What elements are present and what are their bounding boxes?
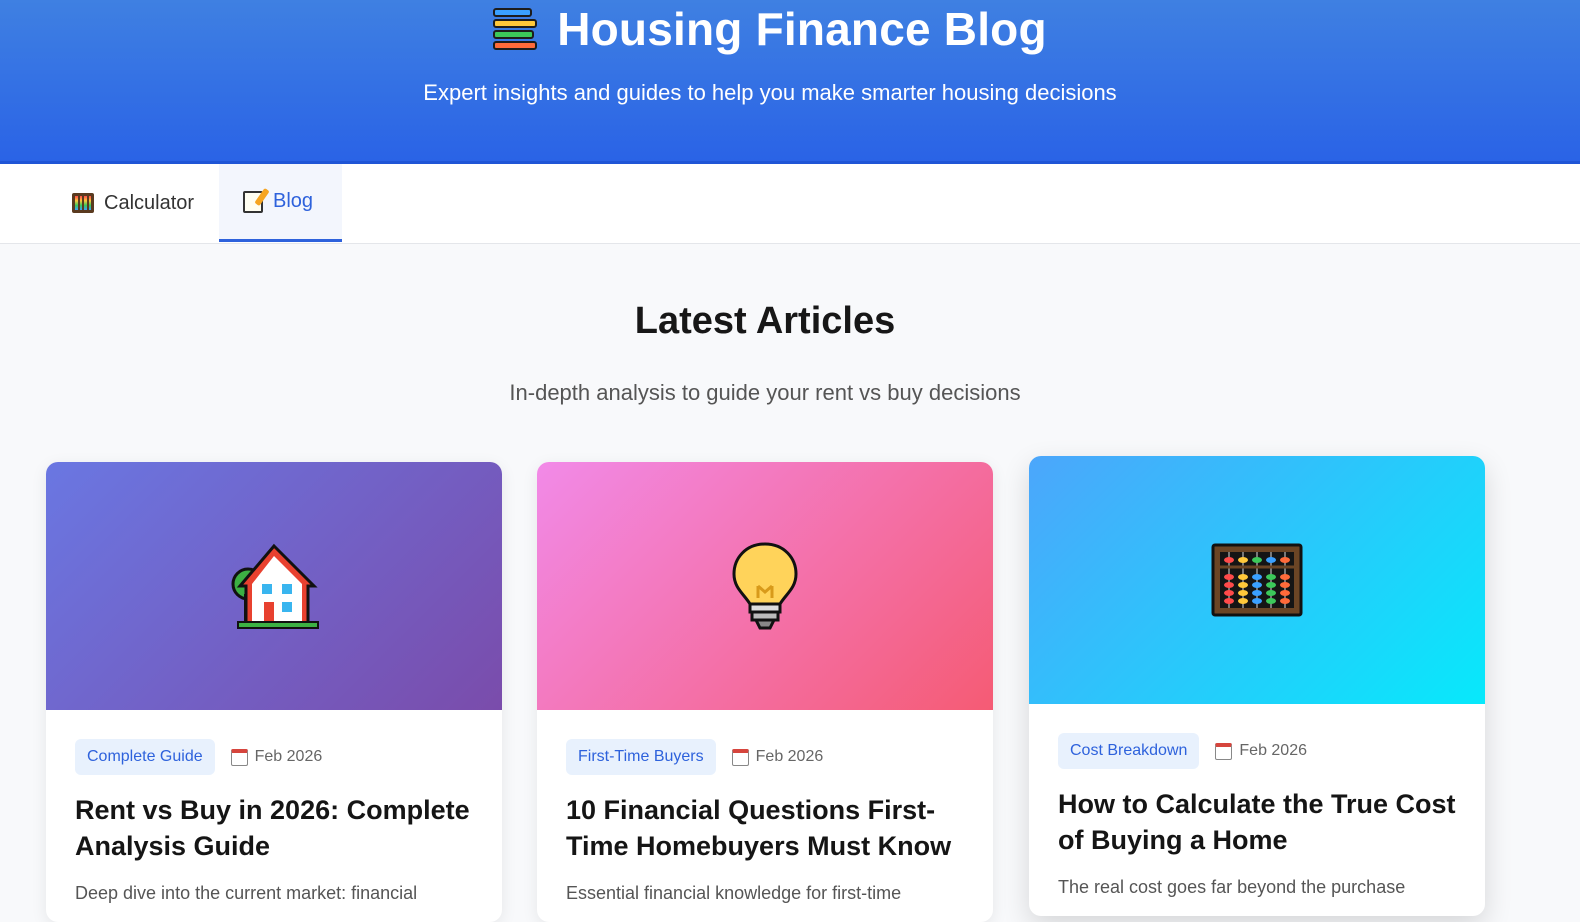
article-card-image [46, 462, 502, 710]
site-subtitle: Expert insights and guides to help you m… [423, 80, 1117, 105]
tab-blog[interactable]: Blog [219, 164, 342, 242]
article-date-text: Feb 2026 [1239, 742, 1307, 759]
article-meta: Cost Breakdown Feb 2026 [1058, 733, 1307, 769]
article-title[interactable]: How to Calculate the True Cost of Buying… [1058, 786, 1468, 858]
calendar-icon [1215, 742, 1233, 760]
article-date-text: Feb 2026 [755, 748, 824, 765]
article-date: Feb 2026 [731, 748, 824, 766]
article-date: Feb 2026 [230, 748, 323, 766]
hero-header: Housing Finance Blog Expert insights and… [0, 0, 1580, 164]
site-title: Housing Finance Blog [0, 0, 1540, 58]
article-excerpt: The real cost goes far beyond the purcha… [1058, 877, 1406, 897]
category-badge[interactable]: Complete Guide [75, 739, 215, 775]
tab-bar: Calculator Blog [0, 164, 1580, 244]
article-excerpt: Deep dive into the current market: finan… [75, 883, 418, 903]
books-icon [493, 7, 538, 51]
calendar-icon [731, 748, 749, 766]
abacus-icon [1211, 543, 1303, 617]
house-icon [231, 543, 319, 629]
section-title: Latest Articles [634, 300, 896, 342]
article-card[interactable]: Complete Guide Feb 2026 Rent vs Buy in 2… [46, 462, 502, 922]
article-card[interactable]: Cost Breakdown Feb 2026 How to Calculate… [1029, 456, 1485, 916]
article-date: Feb 2026 [1215, 742, 1307, 760]
calendar-icon [230, 748, 248, 766]
article-card[interactable]: First-Time Buyers Feb 2026 10 Financial … [537, 462, 993, 922]
article-title[interactable]: 10 Financial Questions First-Time Homebu… [566, 792, 976, 864]
site-title-text: Housing Finance Blog [557, 3, 1047, 55]
article-meta: Complete Guide Feb 2026 [75, 739, 322, 775]
memo-icon [243, 190, 263, 213]
category-badge[interactable]: First-Time Buyers [566, 739, 716, 775]
tab-blog-label: Blog [273, 190, 314, 212]
article-date-text: Feb 2026 [254, 748, 323, 765]
article-excerpt: Essential financial knowledge for first-… [566, 883, 902, 903]
article-card-image [1029, 456, 1485, 704]
section-subtitle: In-depth analysis to guide your rent vs … [509, 380, 1021, 405]
abacus-icon [72, 193, 94, 213]
category-badge[interactable]: Cost Breakdown [1058, 733, 1200, 769]
lightbulb-icon [732, 542, 798, 630]
article-meta: First-Time Buyers Feb 2026 [566, 739, 823, 775]
tab-calculator-label: Calculator [104, 191, 195, 214]
tab-calculator[interactable]: Calculator [48, 164, 218, 242]
article-title[interactable]: Rent vs Buy in 2026: Complete Analysis G… [75, 792, 485, 864]
article-card-image [537, 462, 993, 710]
